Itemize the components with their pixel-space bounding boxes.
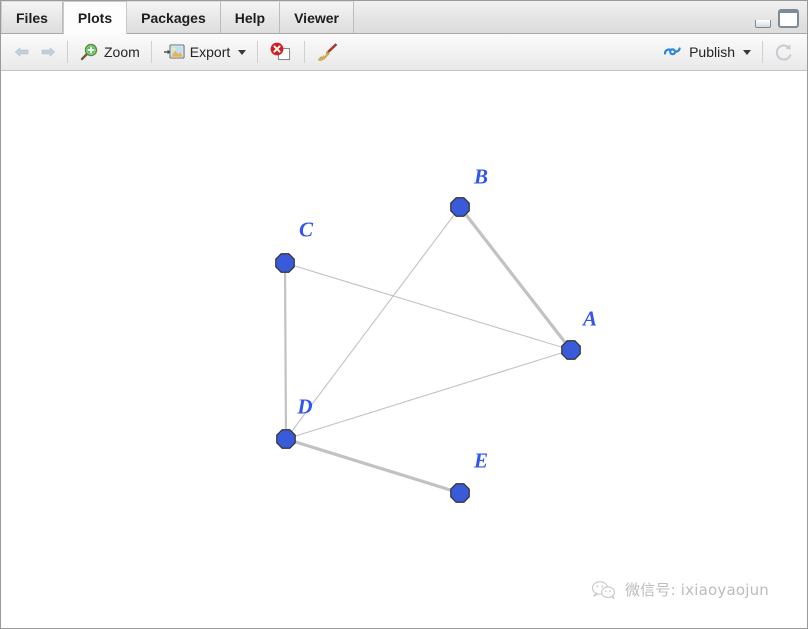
publish-button[interactable]: Publish — [657, 38, 756, 66]
graph-edge-CA — [284, 262, 572, 351]
graph-node-label-E: E — [473, 448, 489, 473]
tab-plots-label: Plots — [77, 10, 113, 26]
toolbar-separator-5 — [762, 41, 763, 63]
maximize-icon[interactable] — [778, 9, 799, 28]
publish-icon — [663, 47, 681, 56]
arrow-right-icon — [41, 47, 55, 57]
graph-edge-DE — [284, 437, 462, 495]
tab-packages-label: Packages — [141, 9, 206, 26]
tab-help[interactable]: Help — [220, 1, 281, 33]
toolbar-separator-3 — [257, 41, 259, 63]
graph-node-C — [275, 253, 295, 273]
tab-help-label: Help — [234, 9, 266, 26]
toolbar-separator-4 — [304, 41, 306, 63]
plots-pane-window: Files Plots Packages Help Viewer Zoom Ex… — [0, 0, 808, 629]
graph-edge-CD — [283, 261, 288, 441]
magnifier-plus-icon — [80, 43, 98, 61]
graph-node-A — [561, 340, 581, 360]
export-button-label: Export — [189, 44, 231, 60]
tab-packages[interactable]: Packages — [127, 1, 221, 33]
tab-bar-filler — [354, 1, 807, 33]
wechat-icon — [591, 580, 615, 599]
graph-node-label-A: A — [582, 306, 598, 331]
graph-node-D — [276, 429, 296, 449]
window-controls — [755, 9, 799, 28]
watermark: 微信号: ixiaoyaojun — [591, 579, 769, 600]
tab-viewer[interactable]: Viewer — [280, 1, 354, 33]
watermark-text: 微信号: ixiaoyaojun — [624, 581, 769, 599]
graph-node-label-D: D — [297, 394, 313, 419]
broom-icon — [318, 43, 338, 61]
plots-toolbar: Zoom Export Publish — [1, 34, 807, 71]
remove-plot-button[interactable] — [264, 38, 298, 66]
clear-plots-button[interactable] — [311, 38, 345, 66]
graph-node-label-B: B — [473, 164, 489, 189]
graph-node-label-C: C — [298, 217, 314, 242]
refresh-button[interactable] — [769, 38, 799, 66]
forward-button[interactable] — [35, 41, 61, 63]
network-graph — [275, 197, 581, 503]
export-button[interactable]: Export — [158, 38, 251, 66]
chevron-down-icon — [238, 49, 247, 55]
toolbar-separator-2 — [150, 41, 152, 63]
pane-tab-bar: Files Plots Packages Help Viewer — [1, 1, 807, 34]
export-image-icon — [163, 44, 185, 59]
graph-edge-BA — [458, 205, 573, 352]
minimize-icon[interactable] — [755, 20, 771, 28]
arrow-left-icon — [15, 47, 29, 57]
tab-files[interactable]: Files — [1, 1, 63, 33]
zoom-button-label: Zoom — [104, 44, 140, 60]
graph-nodes — [275, 197, 581, 503]
tab-files-label: Files — [16, 9, 48, 26]
back-button[interactable] — [9, 41, 35, 63]
toolbar-separator-1 — [67, 41, 68, 63]
graph-node-E — [450, 483, 470, 503]
graph-edge-DA — [285, 349, 572, 440]
remove-plot-icon — [270, 42, 291, 61]
plot-canvas: A B C D E 微信号: ixiaoyaojun — [1, 71, 807, 628]
graph-edges — [283, 205, 573, 495]
publish-button-label: Publish — [689, 44, 735, 60]
refresh-icon — [775, 44, 792, 61]
publish-chevron-down-icon — [743, 49, 751, 55]
tab-plots[interactable]: Plots — [62, 1, 128, 34]
graph-node-B — [450, 197, 470, 217]
zoom-button[interactable]: Zoom — [74, 38, 145, 66]
tab-viewer-label: Viewer — [294, 9, 339, 26]
